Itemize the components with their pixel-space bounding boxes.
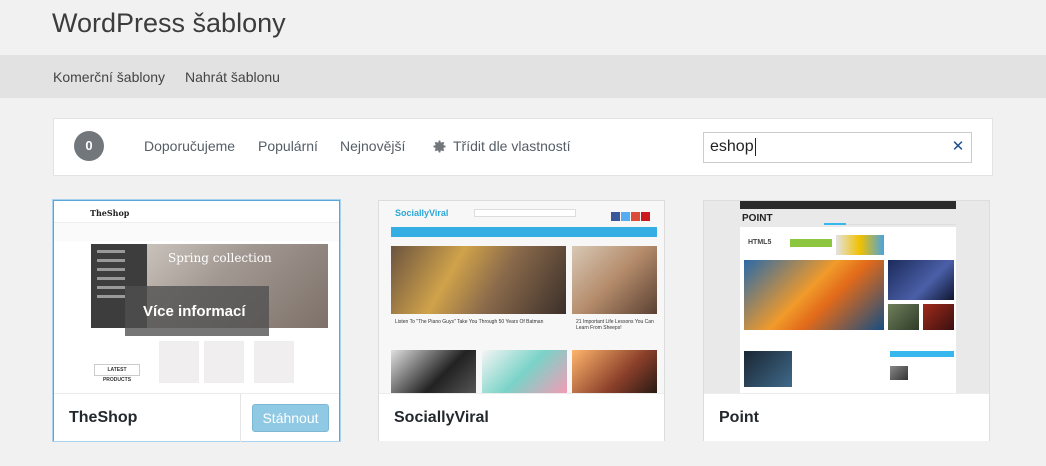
preview-side-image [888,304,919,330]
theme-name: TheShop [69,409,138,426]
preview-product [254,341,294,383]
text-caret [754,138,756,156]
preview-nav-bar [391,227,657,237]
preview-post-image [744,351,792,387]
preview-badge [790,239,832,247]
clear-search-icon[interactable]: ✕ [951,139,965,155]
theme-count-badge: 0 [74,131,104,161]
nav-upload-theme[interactable]: Nahrát šablonu [185,69,280,85]
theme-name-bar: Point [704,393,989,441]
preview-widget-header [890,351,954,357]
theme-screenshot[interactable]: SociallyViral Listen To "The Piano Guys"… [379,201,664,393]
preview-product [159,341,199,383]
preview-logo: TheShop [90,208,130,218]
search-value: eshop [710,138,754,156]
gear-icon [433,140,446,152]
preview-social-icons [611,208,653,221]
theme-card-sociallyviral[interactable]: SociallyViral Listen To "The Piano Guys"… [378,200,665,441]
preview-image-food [391,246,566,314]
preview-caption: Listen To "The Piano Guys" Take You Thro… [395,319,544,325]
filter-latest[interactable]: Nejnovější [340,138,405,154]
preview-hero-image [744,260,884,330]
feature-filter-button[interactable]: Třídit dle vlastností [432,138,571,154]
preview-side-image [923,304,954,330]
theme-screenshot[interactable]: TheShop Spring collection LATEST PRODUCT… [54,201,339,393]
preview-caption: 21 Important Life Lessons You Can Learn … [576,319,654,331]
theme-name-bar: SociallyViral [379,393,664,441]
preview-image [482,350,567,393]
page-title: WordPress šablony [52,8,286,38]
preview-image-woman [572,246,657,314]
preview-logo: POINT [742,213,773,224]
subnav: Komerční šablony Nahrát šablonu [0,55,1046,98]
preview-logo: SociallyViral [395,208,449,218]
preview-top-bar [740,201,956,209]
preview-image [572,350,657,393]
feature-filter-label: Třídit dle vlastností [453,138,571,154]
preview-side-image [888,260,954,300]
preview-section-label: LATEST PRODUCTS [94,364,140,383]
theme-name: SociallyViral [394,409,489,426]
preview-icons [836,235,884,255]
more-info-label: Více informací [143,303,246,320]
theme-card-point[interactable]: POINT HTML5 Point [703,200,990,441]
theme-name-bar: TheShop Stáhnout [54,393,339,442]
filter-popular[interactable]: Populární [258,138,318,154]
filter-featured[interactable]: Doporučujeme [144,138,235,154]
filter-bar: 0 Doporučujeme Populární Nejnovější Tříd… [53,118,993,176]
preview-product [204,341,244,383]
preview-hero-title: Spring collection [168,251,272,265]
search-input[interactable]: eshop [703,132,972,163]
preview-search [474,209,576,217]
nav-commercial-themes[interactable]: Komerční šablony [53,69,165,85]
preview-strip [54,223,339,241]
preview-hero-label: HTML5 [748,239,772,246]
theme-card-theshop[interactable]: TheShop Spring collection LATEST PRODUCT… [53,200,340,442]
preview-widget-image [890,366,908,380]
divider [240,394,241,442]
theme-name: Point [719,409,759,426]
preview-image [391,350,476,393]
download-button[interactable]: Stáhnout [252,404,329,432]
preview-nav-active [824,211,846,225]
theme-screenshot[interactable]: POINT HTML5 [704,201,989,393]
